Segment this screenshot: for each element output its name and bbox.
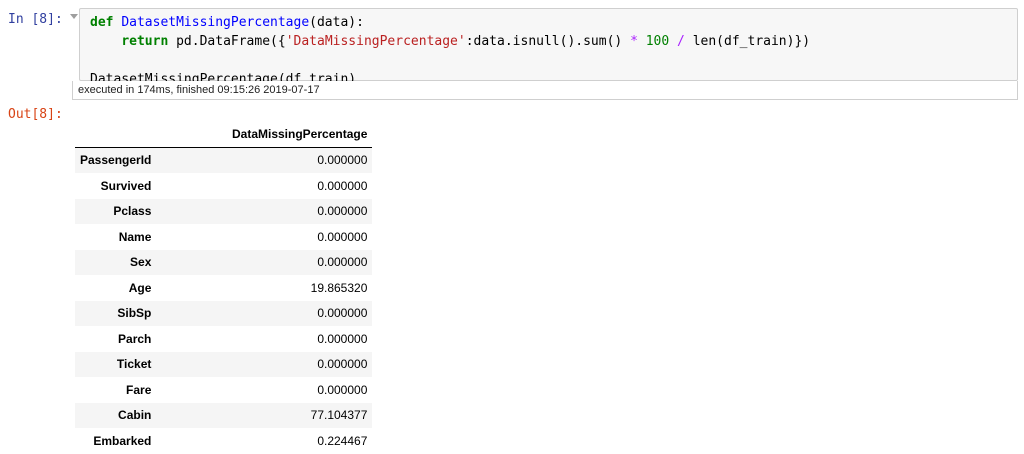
table-row: Name 0.000000 xyxy=(75,224,372,250)
row-value: 0.000000 xyxy=(317,255,368,270)
table-row: PassengerId 0.000000 xyxy=(75,147,373,173)
row-value: 0.000000 xyxy=(317,331,368,346)
row-index: Parch xyxy=(118,331,152,346)
row-index: Sex xyxy=(130,255,152,270)
code-function-name: DatasetMissingPercentage xyxy=(121,15,310,30)
code-operator: * xyxy=(630,34,638,49)
row-index: Age xyxy=(128,280,152,295)
row-index: Ticket xyxy=(116,357,152,372)
row-index: Name xyxy=(118,229,152,244)
row-index: Cabin xyxy=(118,408,152,423)
output-prompt: Out[8]: xyxy=(8,107,63,122)
code-input-area[interactable]: def DatasetMissingPercentage(data): retu… xyxy=(79,8,1018,87)
row-value: 0.000000 xyxy=(317,178,368,193)
code-operator: / xyxy=(677,34,685,49)
table-row: Parch 0.000000 xyxy=(75,326,372,352)
code-text: (data): xyxy=(309,15,364,30)
row-value: 19.865320 xyxy=(310,280,368,295)
row-value: 0.000000 xyxy=(317,229,368,244)
table-row: Survived 0.000000 xyxy=(75,173,372,199)
row-index: Fare xyxy=(126,382,152,397)
code-keyword: return xyxy=(121,34,169,49)
input-prompt: In [8]: xyxy=(8,12,63,27)
row-value: 0.000000 xyxy=(317,204,368,219)
row-index: PassengerId xyxy=(80,153,152,168)
table-row: Ticket 0.000000 xyxy=(75,351,373,377)
table-row: SibSp 0.000000 xyxy=(75,300,373,326)
table-row: Cabin 77.104377 xyxy=(75,402,373,428)
row-index: Pclass xyxy=(113,204,152,219)
index-header xyxy=(75,121,157,148)
row-value: 0.000000 xyxy=(317,357,368,372)
row-value: 0.000000 xyxy=(317,306,368,321)
table-row: Sex 0.000000 xyxy=(75,249,373,275)
table-row: Pclass 0.000000 xyxy=(75,198,373,224)
code-string: 'DataMissingPercentage' xyxy=(285,34,466,49)
code-keyword: def xyxy=(90,15,114,30)
row-value: 77.104377 xyxy=(310,408,368,423)
code-editor[interactable]: def DatasetMissingPercentage(data): retu… xyxy=(90,13,810,89)
table-row: Age 19.865320 xyxy=(75,275,372,301)
table-row: Fare 0.000000 xyxy=(75,377,372,403)
execution-info: executed in 174ms, finished 09:15:26 201… xyxy=(72,81,1018,100)
code-number: 100 xyxy=(645,34,670,49)
code-text: pd.DataFrame({ xyxy=(168,34,286,49)
output-dataframe: DataMissingPercentage PassengerId 0.00000… xyxy=(75,121,373,454)
row-index: Survived xyxy=(100,178,152,193)
caret-down-icon[interactable] xyxy=(70,14,78,19)
code-text: :data.isnull().sum() xyxy=(465,34,631,49)
row-index: SibSp xyxy=(117,306,152,321)
row-value: 0.000000 xyxy=(317,153,368,168)
table-header-row: DataMissingPercentage xyxy=(75,121,373,148)
row-value: 0.000000 xyxy=(317,382,368,397)
code-text: len(df_train)}) xyxy=(684,34,811,49)
column-header: DataMissingPercentage xyxy=(156,121,373,148)
